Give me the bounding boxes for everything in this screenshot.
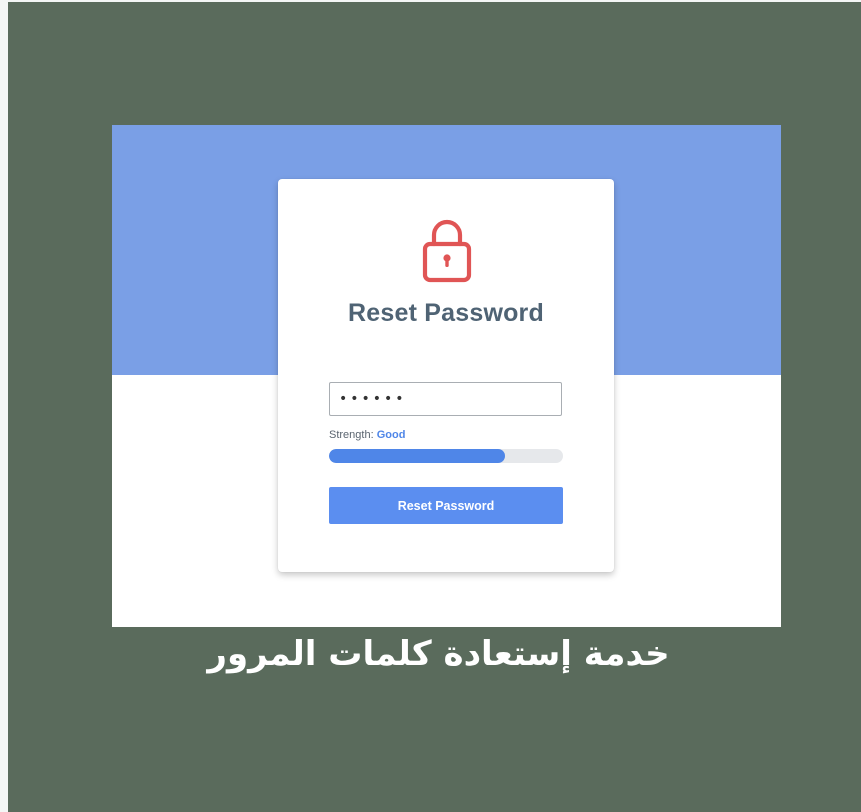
screenshot-panel: Reset Password Strength: Good Reset Pass…	[112, 125, 781, 627]
password-input[interactable]	[329, 382, 562, 416]
caption-text: خدمة إستعادة كلمات المرور	[207, 634, 670, 674]
strength-label: Strength:	[329, 429, 374, 441]
strength-value: Good	[376, 429, 406, 441]
lock-icon	[422, 219, 472, 283]
framed-background: Reset Password Strength: Good Reset Pass…	[8, 2, 861, 812]
reset-password-card: Reset Password Strength: Good Reset Pass…	[278, 179, 614, 572]
page-title: Reset Password	[348, 299, 544, 327]
strength-bar-fill	[329, 449, 505, 463]
reset-password-button[interactable]: Reset Password	[329, 487, 563, 524]
strength-bar	[329, 449, 563, 463]
password-strength-label: Strength: Good	[329, 429, 405, 441]
